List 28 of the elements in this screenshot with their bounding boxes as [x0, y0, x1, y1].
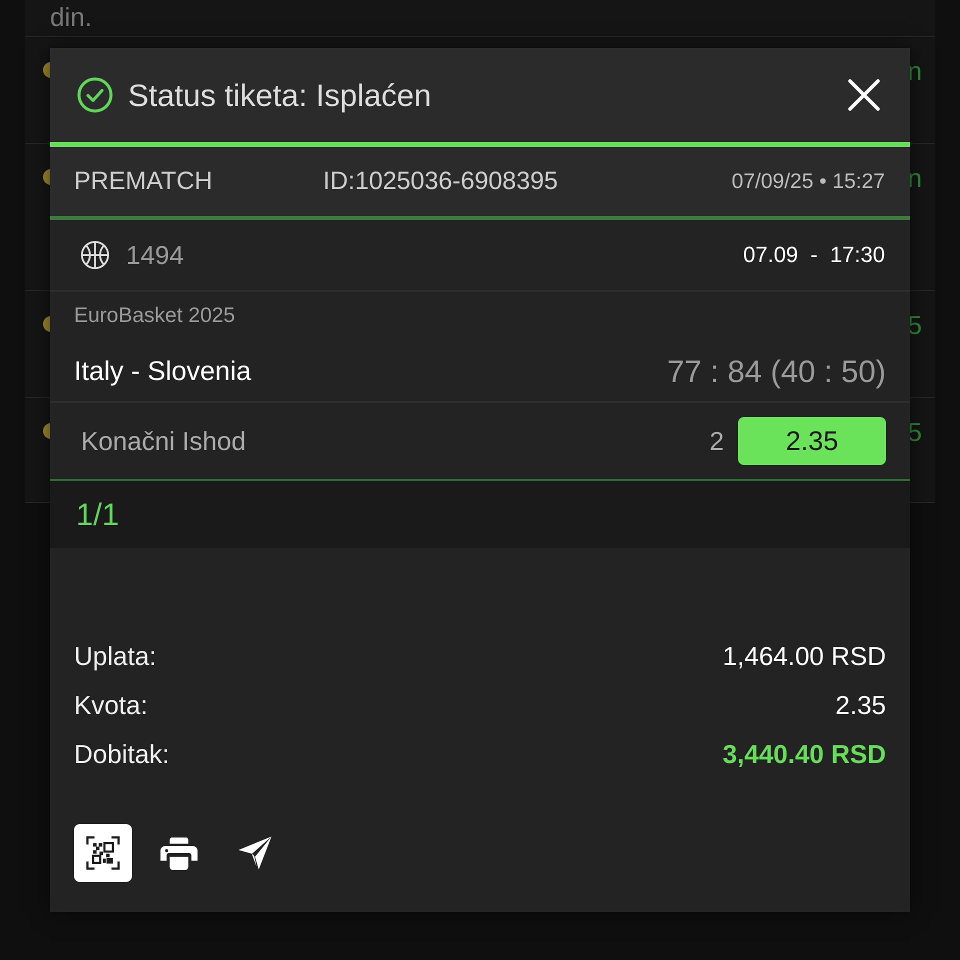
pick-label: 2 [710, 428, 724, 454]
summary-value: 3,440.40 RSD [722, 740, 886, 766]
ticket-type: PREMATCH [74, 169, 214, 194]
check-circle-icon [77, 77, 113, 113]
qr-code-icon [86, 836, 120, 870]
market-name: Konačni Ishod [81, 428, 246, 454]
basketball-icon [80, 240, 110, 270]
match-name: Italy - Slovenia [74, 358, 252, 385]
dialog-title: Status tiketa: Isplaćen [128, 80, 432, 110]
summary-label: Kvota: [74, 692, 148, 718]
league-name: EuroBasket 2025 [74, 305, 236, 326]
printer-icon [160, 836, 198, 870]
qr-code-button[interactable] [74, 824, 132, 882]
close-icon [848, 79, 880, 111]
odds-badge: 2.35 [738, 417, 886, 465]
ticket-id: ID:1025036-6908395 [323, 169, 558, 194]
paper-plane-icon [237, 835, 273, 871]
event-start-time: 07.09 - 17:30 [743, 244, 885, 266]
event-code: 1494 [126, 242, 184, 268]
summary-label: Dobitak: [74, 740, 170, 766]
ticket-counter: 1/1 [76, 499, 120, 530]
ticket-date: 07/09/25 • 15:27 [732, 171, 885, 192]
summary-value: 1,464.00 RSD [722, 642, 886, 668]
summary-value: 2.35 [835, 692, 886, 718]
match-score: 77 : 84 (40 : 50) [667, 356, 886, 387]
row-text: din. [50, 4, 92, 30]
summary-label: Uplata: [74, 642, 156, 668]
close-button[interactable] [846, 77, 882, 113]
